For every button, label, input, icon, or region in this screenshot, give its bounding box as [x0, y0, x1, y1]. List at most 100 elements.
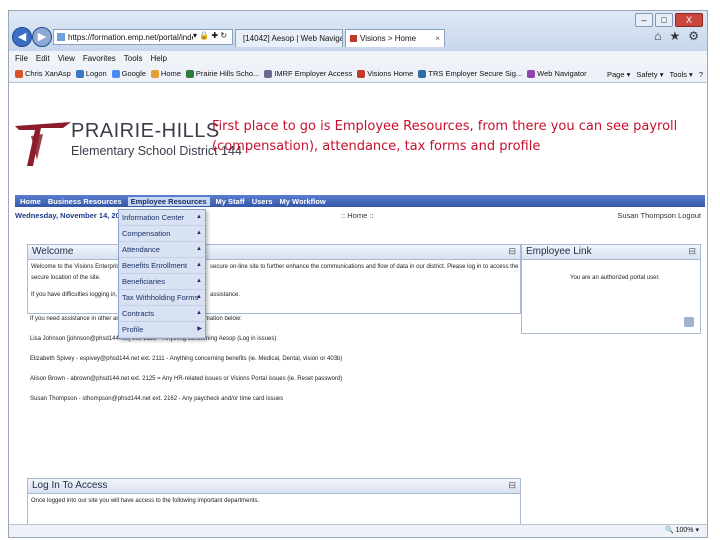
menu-item-label: Benefits Enrollment [122, 261, 188, 270]
menu-arrow-icon: ▲ [196, 278, 202, 284]
help-icon[interactable]: ? [699, 70, 703, 79]
menu-item-label: Contracts [122, 309, 155, 318]
menu-bar: File Edit View Favorites Tools Help [9, 51, 707, 65]
menu-item-tax-withholding-forms[interactable]: Tax Withholding Forms ▲ [119, 290, 205, 306]
login-panel-header: Log In To Access ⊟ [28, 479, 520, 494]
favorite-label: Visions Home [367, 69, 414, 78]
back-button[interactable]: ◀ [12, 27, 32, 47]
home-icon[interactable]: ⌂ [654, 29, 661, 43]
toolbar-icons: ⌂ ★ ⚙ [654, 29, 699, 43]
favorite-item[interactable]: IMRF Employer Access [264, 69, 352, 78]
status-bar: 🔍 100% ▾ [9, 524, 707, 537]
safety-menu[interactable]: Safety ▾ [636, 70, 663, 79]
favorite-item[interactable]: Web Navigator [527, 69, 587, 78]
favorite-icon [264, 69, 273, 78]
collapse-icon[interactable]: ⊟ [508, 246, 516, 257]
welcome-text-1b: secure on-line site to further enhance t… [210, 264, 519, 270]
portal-nav: Home Business Resources Employee Resourc… [15, 195, 705, 207]
menu-item-label: Compensation [122, 229, 171, 238]
home-link[interactable]: :: Home :: [341, 211, 374, 220]
favorite-item[interactable]: Prairie Hills Scho... [185, 69, 260, 78]
collapse-icon[interactable]: ⊟ [688, 246, 696, 257]
menu-arrow-icon: ▶ [197, 326, 202, 332]
menu-item-compensation[interactable]: Compensation ▲ [119, 226, 205, 242]
favorite-icon [527, 69, 536, 78]
district-logo[interactable]: PRAIRIE-HILLS Elementary School District… [13, 104, 242, 174]
employee-resources-menu: Information Center ▲ Compensation ▲ Attend… [118, 209, 206, 339]
favorite-icon [418, 69, 427, 78]
menu-arrow-icon: ▲ [196, 214, 202, 220]
welcome-panel-header: Welcome ⊟ [28, 245, 520, 260]
welcome-text-3b: assistance. [210, 292, 241, 298]
welcome-text-1a: Welcome to the Visions Enterpris [31, 264, 120, 270]
tab-label: Visions > Home [360, 34, 417, 43]
employee-link-panel: Employee Link ⊟ You are an authorized po… [521, 244, 701, 334]
page-menu[interactable]: Page ▾ [607, 70, 630, 79]
favorite-label: Web Navigator [537, 69, 587, 78]
forward-button[interactable]: ▶ [32, 27, 52, 47]
favorite-label: Prairie Hills Scho... [195, 69, 260, 78]
favorite-item[interactable]: Home [150, 69, 181, 78]
zoom-level[interactable]: 🔍 100% ▾ [665, 526, 699, 534]
menu-item-label: Beneficiaries [122, 277, 165, 286]
favorite-item[interactable]: Visions Home [357, 69, 413, 78]
contact-line: Alison Brown - abrown@phsd144.net ext. 2… [30, 376, 343, 382]
favorite-label: IMRF Employer Access [274, 69, 353, 78]
menu-file[interactable]: File [15, 54, 28, 63]
menu-item-benefits-enrollment[interactable]: Benefits Enrollment ▲ [119, 258, 205, 274]
favorite-icon [111, 69, 120, 78]
favorite-label: Google [121, 69, 146, 78]
favorites-star-icon[interactable]: ★ [669, 29, 680, 43]
menu-item-attendance[interactable]: Attendance ▲ [119, 242, 205, 258]
menu-item-label: Profile [122, 325, 144, 334]
menu-item-label: Tax Withholding Forms [122, 293, 199, 302]
menu-arrow-icon: ▲ [196, 246, 202, 252]
nav-my-staff[interactable]: My Staff [215, 197, 246, 206]
favorite-label: Chris XanAsp [25, 69, 71, 78]
tab-close-icon[interactable]: × [435, 34, 440, 43]
browser-window: – □ X ◀ ▶ https://formation.emp.net/port… [8, 10, 708, 538]
nav-business-resources[interactable]: Business Resources [47, 197, 123, 206]
favorite-item[interactable]: Chris XanAsp [15, 69, 71, 78]
nav-employee-resources[interactable]: Employee Resources [127, 196, 210, 206]
menu-view[interactable]: View [58, 54, 75, 63]
welcome-panel: Welcome ⊟ Welcome to the Visions Enterpr… [27, 244, 521, 314]
favorite-icon [75, 69, 84, 78]
menu-item-profile[interactable]: Profile ▶ [119, 322, 205, 338]
contact-line: Elizabeth Spivey - espivey@phsd144.net e… [30, 356, 343, 362]
favorite-item[interactable]: TRS Employer Secure Sig... [418, 69, 522, 78]
menu-help[interactable]: Help [150, 54, 166, 63]
close-button[interactable]: X [675, 13, 703, 27]
authorized-text: You are an authorized portal user. [570, 275, 660, 281]
login-text: Once logged into our site you will have … [31, 498, 260, 504]
menu-favorites[interactable]: Favorites [83, 54, 116, 63]
tools-menu[interactable]: Tools ▾ [669, 70, 692, 79]
menu-item-contracts[interactable]: Contracts ▲ [119, 306, 205, 322]
favorite-icon [185, 69, 194, 78]
gear-icon[interactable]: ⚙ [688, 29, 699, 43]
favorite-icon [357, 69, 366, 78]
favorite-label: TRS Employer Secure Sig... [428, 69, 523, 78]
menu-item-information-center[interactable]: Information Center ▲ [119, 210, 205, 226]
tab-aesop[interactable]: [14042] Aesop | Web Navigator [235, 29, 343, 47]
menu-edit[interactable]: Edit [36, 54, 50, 63]
menu-arrow-icon: ▲ [196, 230, 202, 236]
menu-tools[interactable]: Tools [124, 54, 143, 63]
portal-user-icon[interactable] [684, 317, 694, 327]
nav-my-workflow[interactable]: My Workflow [279, 197, 327, 206]
collapse-icon[interactable]: ⊟ [508, 480, 516, 491]
menu-item-beneficiaries[interactable]: Beneficiaries ▲ [119, 274, 205, 290]
favorite-item[interactable]: Logon [75, 69, 107, 78]
user-logout[interactable]: Susan Thompson Logout [617, 211, 701, 220]
address-controls-icon[interactable]: ▾ 🔒 ✚ ↻ [193, 31, 228, 40]
favorite-label: Logon [85, 69, 107, 78]
tab-visions-home[interactable]: Visions > Home × [345, 29, 445, 47]
tab-icon [350, 35, 357, 42]
minimize-button[interactable]: – [635, 13, 653, 27]
maximize-button[interactable]: □ [655, 13, 673, 27]
menu-arrow-icon: ▲ [196, 262, 202, 268]
nav-users[interactable]: Users [251, 197, 274, 206]
menu-item-label: Information Center [122, 213, 185, 222]
favorite-item[interactable]: Google [111, 69, 146, 78]
nav-home[interactable]: Home [19, 197, 42, 206]
